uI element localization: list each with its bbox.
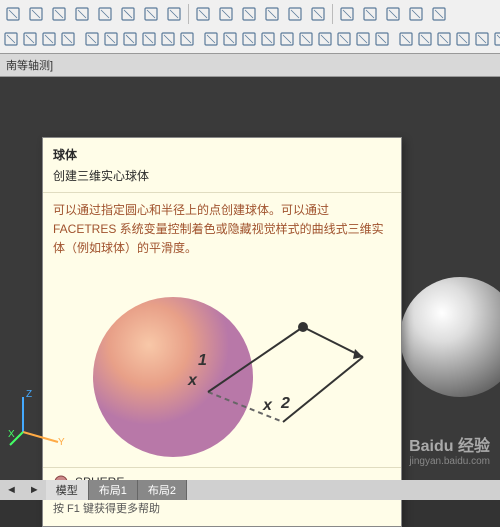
drawing-canvas[interactable]: 球体 创建三维实心球体 可以通过指定圆心和半径上的点创建球体。可以通过 FACE…	[0, 77, 500, 492]
slice-button[interactable]	[492, 28, 500, 50]
diagram-line-2	[303, 327, 363, 357]
otrack-button[interactable]	[259, 28, 277, 50]
command-tooltip: 球体 创建三维实心球体 可以通过指定圆心和半径上的点创建球体。可以通过 FACE…	[42, 137, 402, 527]
dim-linear-button[interactable]	[336, 3, 358, 25]
tab-nav-prev[interactable]: ◄	[0, 482, 23, 498]
dim-radius-button[interactable]	[405, 3, 427, 25]
diagram-label-1: 1	[198, 352, 207, 370]
diagram-label-x2: x	[263, 397, 272, 415]
osnap-button[interactable]	[240, 28, 258, 50]
cube-shade-button[interactable]	[284, 3, 306, 25]
grid-button[interactable]	[159, 28, 177, 50]
sweep-button[interactable]	[435, 28, 453, 50]
watermark: Baidu 经验 jingyan.baidu.com	[409, 432, 490, 467]
view-context-label: 南等轴测]	[0, 54, 500, 77]
cone-button[interactable]	[94, 3, 116, 25]
svg-text:Z: Z	[26, 389, 32, 400]
revolve-button[interactable]	[397, 28, 415, 50]
diagram-label-x1: x	[188, 372, 197, 390]
helix-button[interactable]	[192, 3, 214, 25]
svg-text:X: X	[8, 429, 15, 440]
pan-button[interactable]	[59, 28, 77, 50]
toolbar-row-1	[2, 2, 498, 26]
rendered-sphere-object[interactable]	[400, 277, 500, 397]
watermark-brand: Baidu 经验	[409, 432, 490, 456]
ucs-axis-icon: Z Y X	[8, 387, 68, 447]
polar-button[interactable]	[221, 28, 239, 50]
sphere-solid-button[interactable]	[354, 28, 372, 50]
dim-angular-button[interactable]	[359, 3, 381, 25]
box-wire-button[interactable]	[25, 3, 47, 25]
dim-diameter-button[interactable]	[428, 3, 450, 25]
zoom-button[interactable]	[102, 28, 120, 50]
torus-solid-button[interactable]	[373, 28, 391, 50]
tab-layout2[interactable]: 布局2	[138, 480, 187, 500]
tooltip-subtitle: 创建三维实心球体	[43, 165, 401, 192]
cylinder-button[interactable]	[71, 3, 93, 25]
watermark-url: jingyan.baidu.com	[409, 456, 490, 467]
sphere-button[interactable]	[117, 3, 139, 25]
tpy-button[interactable]	[335, 28, 353, 50]
ortho-button[interactable]	[202, 28, 220, 50]
layout-tabs: ◄ ► 模型 布局1 布局2	[0, 480, 500, 500]
help-button[interactable]	[121, 28, 139, 50]
main-toolbar	[0, 0, 500, 54]
layers-button[interactable]	[140, 28, 158, 50]
wedge-button[interactable]	[48, 3, 70, 25]
diagram-point	[298, 322, 308, 332]
poly-button[interactable]	[2, 28, 20, 50]
tooltip-help-hint: 按 F1 键获得更多帮助	[43, 496, 401, 526]
tooltip-title: 球体	[43, 138, 401, 165]
toolbar-row-2	[2, 27, 498, 51]
loft-button[interactable]	[454, 28, 472, 50]
section-button[interactable]	[473, 28, 491, 50]
tooltip-description: 可以通过指定圆心和半径上的点创建球体。可以通过 FACETRES 系统变量控制着…	[43, 192, 401, 267]
dyn-button[interactable]	[297, 28, 315, 50]
mesh-button[interactable]	[21, 28, 39, 50]
cube-button[interactable]	[238, 3, 260, 25]
tab-nav-next[interactable]: ►	[23, 482, 46, 498]
spiral-button[interactable]	[40, 28, 58, 50]
cube-wire-button[interactable]	[261, 3, 283, 25]
tab-layout1[interactable]: 布局1	[89, 480, 138, 500]
diagram-label-2: 2	[281, 395, 290, 413]
torus-button[interactable]	[140, 3, 162, 25]
cube-shade2-button[interactable]	[307, 3, 329, 25]
lwt-button[interactable]	[316, 28, 334, 50]
box-button[interactable]	[2, 3, 24, 25]
donut-button[interactable]	[215, 3, 237, 25]
diagram-line-3	[283, 357, 363, 422]
tooltip-illustration: 1 x x 2	[43, 267, 401, 467]
sphere-diagram-svg	[53, 277, 393, 467]
tab-model[interactable]: 模型	[46, 480, 89, 500]
orbit-button[interactable]	[83, 28, 101, 50]
ducs-button[interactable]	[278, 28, 296, 50]
snap-button[interactable]	[178, 28, 196, 50]
svg-text:Y: Y	[58, 437, 65, 447]
pyramid-button[interactable]	[163, 3, 185, 25]
arc-button[interactable]	[382, 3, 404, 25]
extrude-button[interactable]	[416, 28, 434, 50]
